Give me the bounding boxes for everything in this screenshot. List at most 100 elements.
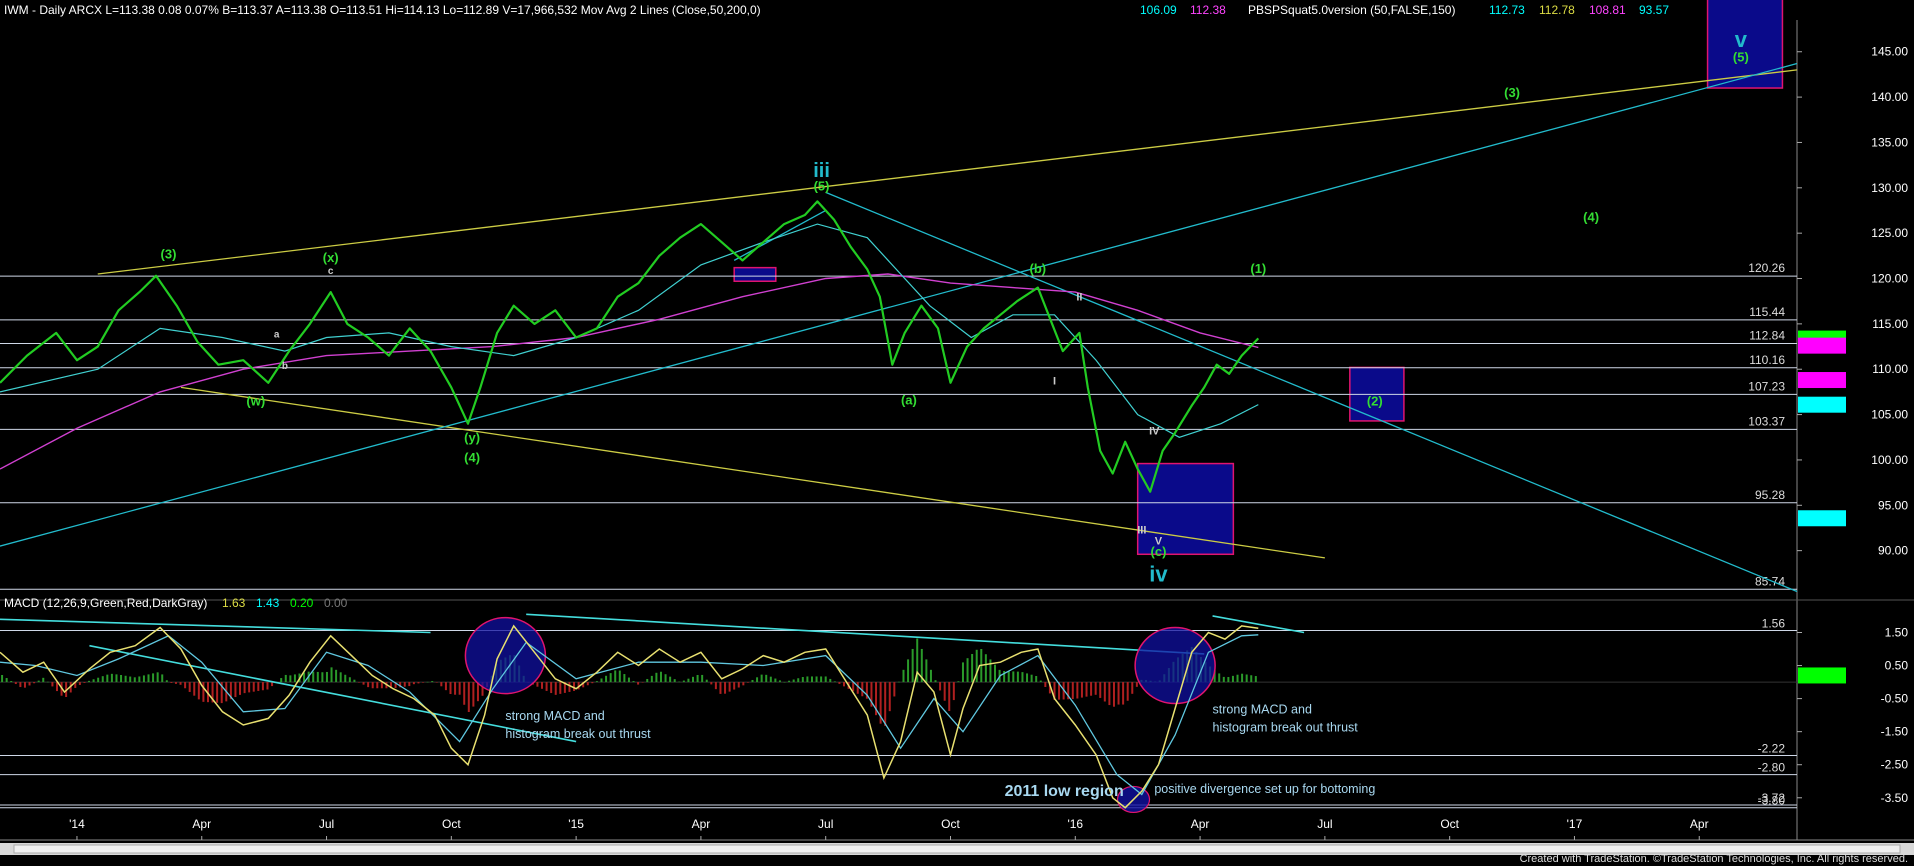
macd-histogram-bar — [284, 674, 287, 683]
macd-histogram-bar — [573, 682, 576, 691]
x-tick-label: Jul — [818, 817, 833, 831]
macd-histogram-bar — [110, 673, 113, 683]
macd-histogram-bar — [1108, 682, 1111, 706]
macd-histogram-bar — [810, 676, 813, 683]
macd-histogram-bar — [682, 680, 685, 683]
x-tick-label: '17 — [1567, 817, 1583, 831]
macd-histogram-bar — [454, 682, 457, 695]
macd-histogram-bar — [28, 682, 31, 686]
macd-histogram-bar — [216, 682, 219, 703]
macd-histogram-bar — [1236, 674, 1239, 683]
macd-level-label: -2.22 — [1758, 741, 1786, 755]
macd-histogram-bar — [1085, 682, 1088, 697]
macd-histogram-bar — [714, 682, 717, 690]
x-tick-label: Jul — [1317, 817, 1332, 831]
macd-tag: 0.20 — [1885, 669, 1909, 683]
wave-label: a — [274, 329, 280, 340]
macd-header-v4: 0.00 — [324, 596, 348, 610]
macd-annotation-text: histogram break out thrust — [1213, 720, 1359, 734]
wave-label: IV — [1149, 426, 1160, 438]
macd-histogram-bar — [774, 678, 777, 683]
macd-histogram-bar — [852, 682, 855, 692]
wave-label: (b) — [1030, 261, 1047, 276]
macd-histogram-bar — [412, 682, 415, 685]
macd-histogram-bar — [550, 682, 553, 694]
macd-histogram-bar — [1135, 682, 1138, 687]
x-tick-label: '14 — [69, 817, 85, 831]
macd-histogram-bar — [417, 682, 420, 684]
price-tag-bg — [1798, 372, 1846, 389]
macd-histogram-bar — [966, 658, 969, 683]
price-tick-label: 125.00 — [1871, 226, 1908, 240]
macd-histogram-bar — [1039, 680, 1042, 683]
price-tick-label: 95.00 — [1878, 498, 1908, 512]
macd-tick-label: -2.50 — [1881, 758, 1909, 772]
macd-histogram-bar — [778, 680, 781, 683]
macd-histogram-bar — [719, 682, 722, 694]
macd-histogram-bar — [106, 674, 109, 683]
macd-histogram-bar — [618, 670, 621, 683]
macd-histogram-bar — [669, 676, 672, 683]
wave-label: (x) — [323, 250, 339, 265]
macd-histogram-bar — [948, 682, 951, 711]
macd-histogram-bar — [293, 674, 296, 683]
macd-tick-label: 1.50 — [1885, 625, 1909, 639]
macd-histogram-bar — [728, 682, 731, 692]
scrollbar-thumb[interactable] — [13, 844, 1901, 854]
macd-histogram-bar — [568, 682, 571, 692]
macd-histogram-bar — [1250, 675, 1253, 683]
macd-tag-bg — [1798, 667, 1846, 684]
target-box — [1136, 462, 1235, 556]
macd-histogram-bar — [476, 682, 479, 702]
macd-histogram-bar — [994, 664, 997, 683]
chart-header-pbsp: PBSPSquat5.0version (50,FALSE,150) — [1248, 3, 1455, 17]
macd-histogram-bar — [120, 675, 123, 683]
macd-histogram-bar — [202, 682, 205, 702]
macd-histogram-bar — [746, 682, 749, 683]
price-level-label: 120.26 — [1748, 261, 1785, 275]
wave-label: III — [1137, 524, 1146, 536]
macd-histogram-bar — [357, 682, 360, 683]
macd-histogram-bar — [408, 682, 411, 687]
chart-header-main: IWM - Daily ARCX L=113.38 0.08 0.07% B=1… — [4, 3, 761, 17]
macd-histogram-bar — [1080, 682, 1083, 698]
macd-tick-label: -1.50 — [1881, 725, 1909, 739]
macd-histogram-bar — [632, 681, 635, 683]
macd-histogram-bar — [820, 676, 823, 683]
macd-histogram-bar — [792, 679, 795, 683]
macd-histogram-bar — [733, 682, 736, 690]
chart-background — [0, 0, 1914, 866]
macd-histogram-bar — [1012, 671, 1015, 683]
wave-label: II — [1076, 291, 1082, 303]
macd-histogram-bar — [1227, 677, 1230, 683]
macd-histogram-bar — [692, 676, 695, 683]
price-tag: 112.38 — [1872, 340, 1908, 354]
macd-histogram-bar — [1122, 682, 1125, 705]
macd-histogram-bar — [824, 676, 827, 683]
macd-histogram-bar — [325, 671, 328, 683]
macd-histogram-bar — [586, 682, 589, 686]
macd-histogram-bar — [14, 682, 17, 685]
macd-histogram-bar — [97, 677, 100, 683]
macd-histogram-bar — [646, 678, 649, 683]
macd-histogram-bar — [1076, 682, 1079, 699]
macd-histogram-bar — [239, 682, 242, 695]
macd-annotation-text: positive divergence set up for bottoming — [1154, 782, 1375, 796]
macd-highlight-circle — [464, 616, 547, 695]
price-tick-label: 145.00 — [1871, 45, 1908, 59]
macd-histogram-bar — [765, 674, 768, 683]
macd-histogram-bar — [252, 682, 255, 692]
x-tick-label: '15 — [568, 817, 584, 831]
macd-histogram-bar — [1254, 676, 1257, 683]
price-tick-label: 115.00 — [1872, 317, 1908, 331]
macd-histogram-bar — [614, 670, 617, 683]
macd-histogram-bar — [673, 679, 676, 683]
macd-annotation-text: histogram break out thrust — [505, 727, 651, 741]
macd-header-v3: 0.20 — [290, 596, 314, 610]
price-tick-label: 100.00 — [1871, 453, 1908, 467]
x-tick-label: Apr — [1690, 817, 1709, 831]
macd-histogram-bar — [957, 681, 960, 683]
macd-histogram-bar — [1021, 672, 1024, 683]
macd-histogram-bar — [37, 680, 40, 683]
macd-histogram-bar — [138, 676, 141, 683]
